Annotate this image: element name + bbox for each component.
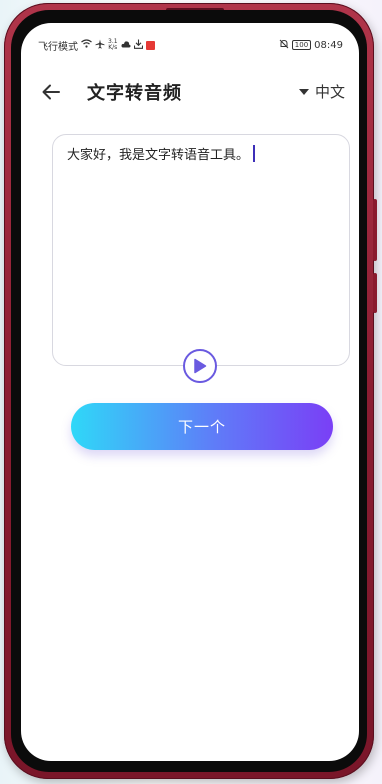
language-label: 中文 (314, 83, 345, 101)
screen: 飞行模式 3.1 K/s 100 08:49 文字转音频 中文 大家好，我是文字… (21, 23, 359, 761)
cloud-icon (121, 40, 131, 51)
back-arrow-icon (42, 84, 60, 100)
wifi-icon (81, 39, 92, 51)
power-button (373, 273, 377, 313)
page-title: 文字转音频 (87, 83, 182, 104)
caret-down-icon (298, 88, 309, 95)
battery-indicator: 100 (291, 40, 312, 50)
status-bar: 飞行模式 3.1 K/s 100 08:49 (38, 37, 343, 53)
clock: 08:49 (314, 39, 343, 51)
back-button[interactable] (40, 81, 62, 103)
volume-button (373, 199, 377, 261)
language-selector[interactable]: 中文 (298, 81, 345, 102)
input-text: 大家好，我是文字转语音工具。 (67, 148, 250, 163)
app-notification-icon (145, 40, 155, 50)
text-input-content: 大家好，我是文字转语音工具。 (67, 144, 256, 163)
airplane-mode-label: 飞行模式 (38, 41, 78, 53)
network-speed: 3.1 K/s (108, 38, 118, 51)
play-button[interactable] (183, 349, 217, 383)
app-header: 文字转音频 中文 (21, 75, 359, 111)
play-icon (194, 358, 207, 374)
next-button[interactable]: 下一个 (71, 403, 333, 450)
airplane-icon (95, 39, 105, 52)
mute-bell-icon (279, 39, 289, 52)
bezel: 飞行模式 3.1 K/s 100 08:49 文字转音频 中文 大家好，我是文字… (11, 10, 367, 772)
phone-frame: 飞行模式 3.1 K/s 100 08:49 文字转音频 中文 大家好，我是文字… (4, 3, 377, 779)
text-input-area[interactable]: 大家好，我是文字转语音工具。 (52, 134, 350, 366)
text-cursor (253, 145, 256, 162)
download-icon (133, 39, 143, 52)
